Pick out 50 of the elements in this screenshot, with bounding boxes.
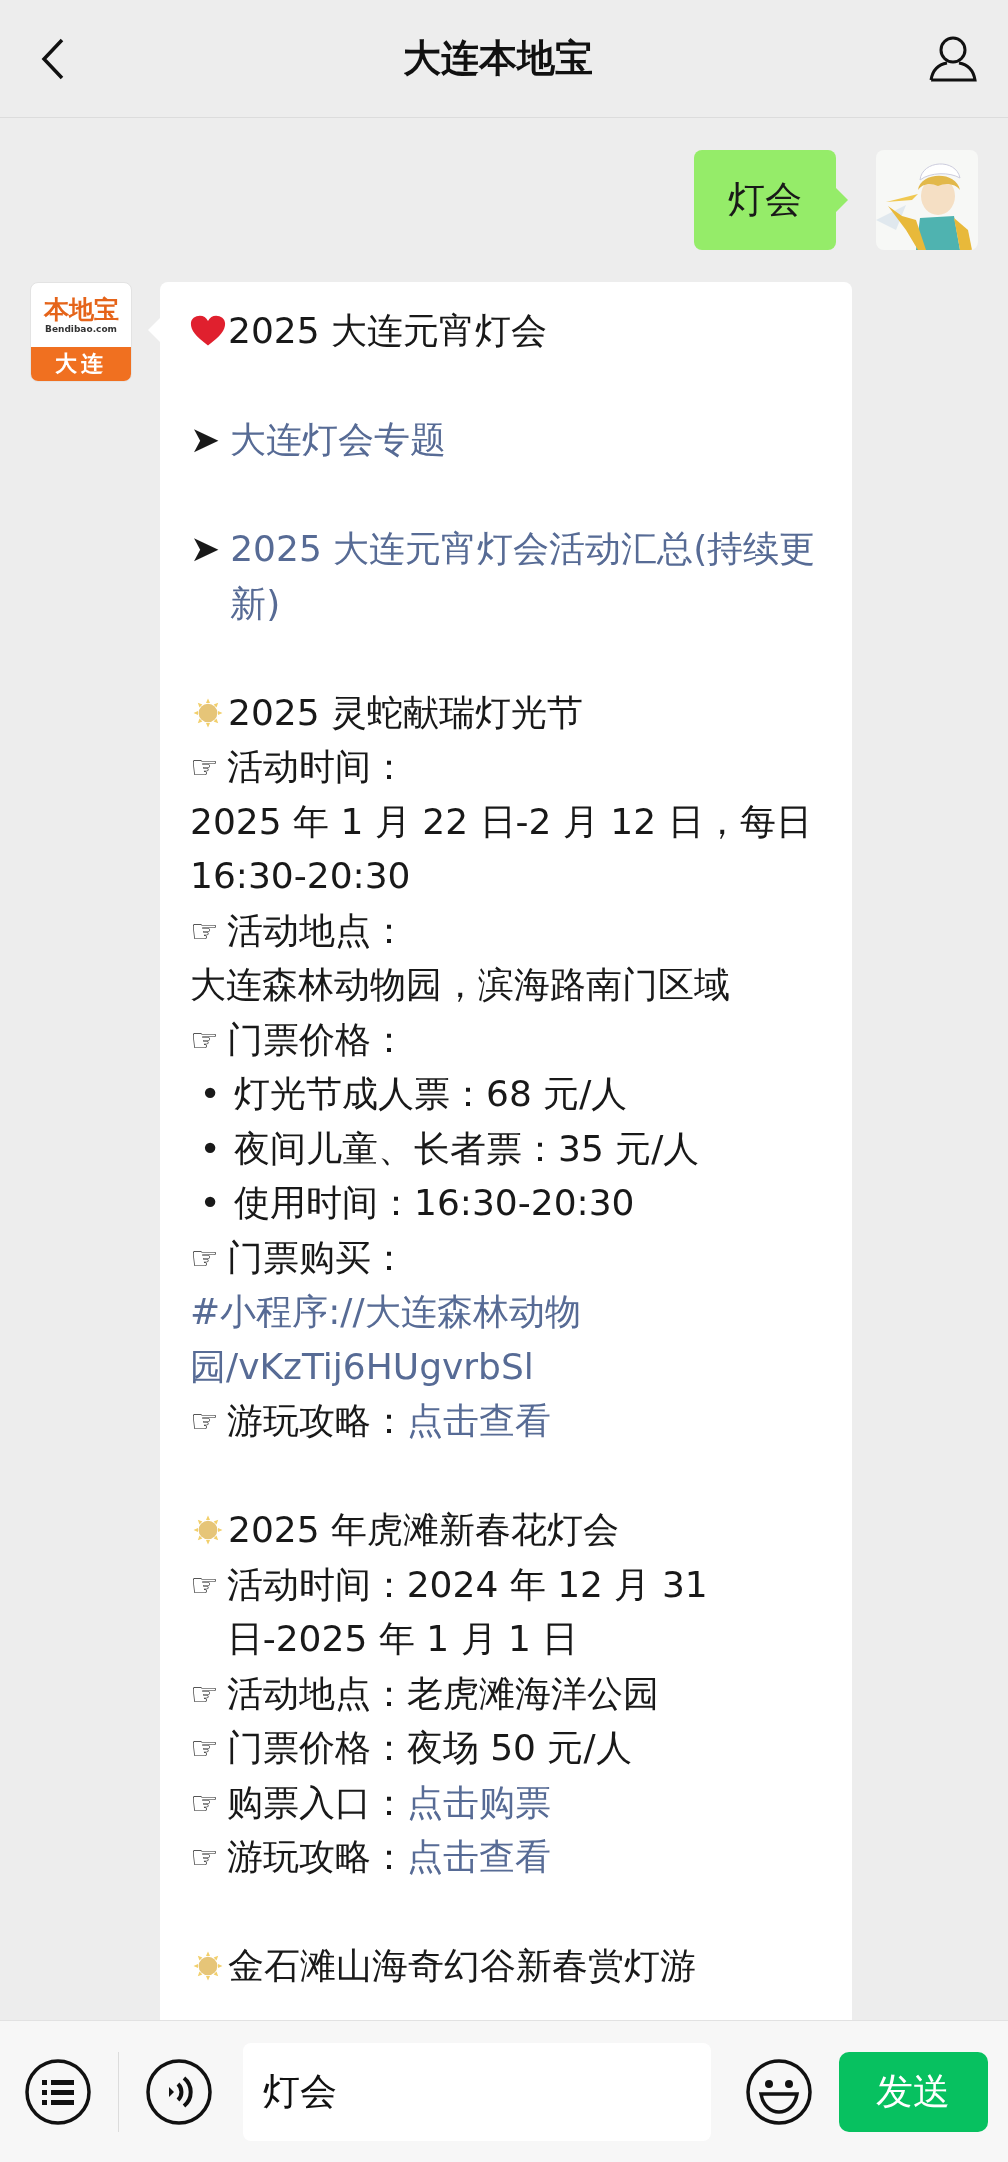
link[interactable]: 点击购票 (406, 1781, 551, 1823)
pointing-hand-icon: ☞ (190, 740, 219, 795)
info-text: 2025 年 1 月 22 日-2 月 12 日，每日16:30-20:30 (190, 800, 812, 896)
heart-icon (190, 314, 226, 348)
info-text: 大连森林动物园，滨海路南门区域 (190, 964, 730, 1005)
info-text: 游玩攻略：点击查看 (226, 1835, 552, 1879)
arrow-icon: ➤ (190, 413, 221, 468)
info-text: 门票价格：夜场 50 元/人 (226, 1726, 633, 1770)
profile-icon[interactable] (928, 34, 978, 83)
menu-icon[interactable] (24, 2057, 92, 2126)
pointing-hand-icon: ☞ (190, 1557, 219, 1612)
pointing-hand-icon: ☞ (190, 1230, 219, 1285)
link[interactable]: 点击查看 (406, 1836, 551, 1877)
message-input-field[interactable]: 灯会 (243, 2042, 711, 2141)
link[interactable]: 大连灯会专题 (230, 413, 826, 468)
link[interactable]: #小程序://大连森林动物园/vKzTij6HUgvrbSl (190, 1285, 826, 1394)
bullet-mark: • (198, 1181, 222, 1225)
pointing-hand-icon: ☞ (190, 1721, 219, 1776)
bullet-mark: • (198, 1126, 222, 1171)
pointing-hand-icon: ☞ (190, 1830, 219, 1885)
pointing-hand-icon: ☞ (190, 1775, 219, 1830)
list-item-text: 夜间儿童、长者票：35 元/人 (234, 1127, 700, 1169)
info-text: 门票价格： (226, 1017, 408, 1062)
heading-text: 2025 大连元宵灯会 (228, 310, 548, 351)
info-text: 活动地点：老虎滩海洋公园 (226, 1671, 660, 1716)
pointing-hand-icon: ☞ (190, 903, 219, 958)
list-item-text: 灯光节成人票：68 元/人 (234, 1073, 628, 1114)
info-text: 活动地点： (226, 908, 408, 953)
emoji-icon[interactable] (744, 2057, 813, 2126)
logo-text: 本地宝 (43, 295, 119, 324)
link[interactable]: 点击查看 (406, 1400, 551, 1441)
link[interactable]: 2025 大连元宵灯会活动汇总(持续更新) (230, 522, 826, 631)
bullet-mark: • (198, 1072, 222, 1116)
info-text: 门票购买： (226, 1235, 408, 1280)
list-item-text: 使用时间：16:30-20:30 (234, 1182, 635, 1223)
arrow-icon: ➤ (190, 522, 221, 577)
info-text: 活动时间： (226, 745, 408, 789)
section-heading: 2025 年虎滩新春花灯会 (228, 1509, 620, 1550)
logo-text: 大连 (31, 347, 131, 381)
section-heading: 金石滩山海奇幻谷新春赏灯游 (228, 1945, 696, 1986)
logo-text: Bendibao.com (45, 323, 117, 335)
voice-icon[interactable] (145, 2057, 213, 2126)
info-text: 游玩攻略：点击查看 (226, 1399, 552, 1443)
pointing-hand-icon: ☞ (190, 1012, 219, 1067)
pointing-hand-icon: ☞ (190, 1394, 219, 1449)
chat-title: 大连本地宝 (403, 35, 593, 82)
info-text: 购票入口：点击购票 (226, 1780, 552, 1825)
info-text: 活动时间：2024 年 12 月 31 日-2025 年 1 月 1 日 (226, 1562, 709, 1661)
section-heading: 2025 灵蛇献瑞灯光节 (228, 691, 584, 733)
pointing-hand-icon: ☞ (190, 1666, 219, 1721)
